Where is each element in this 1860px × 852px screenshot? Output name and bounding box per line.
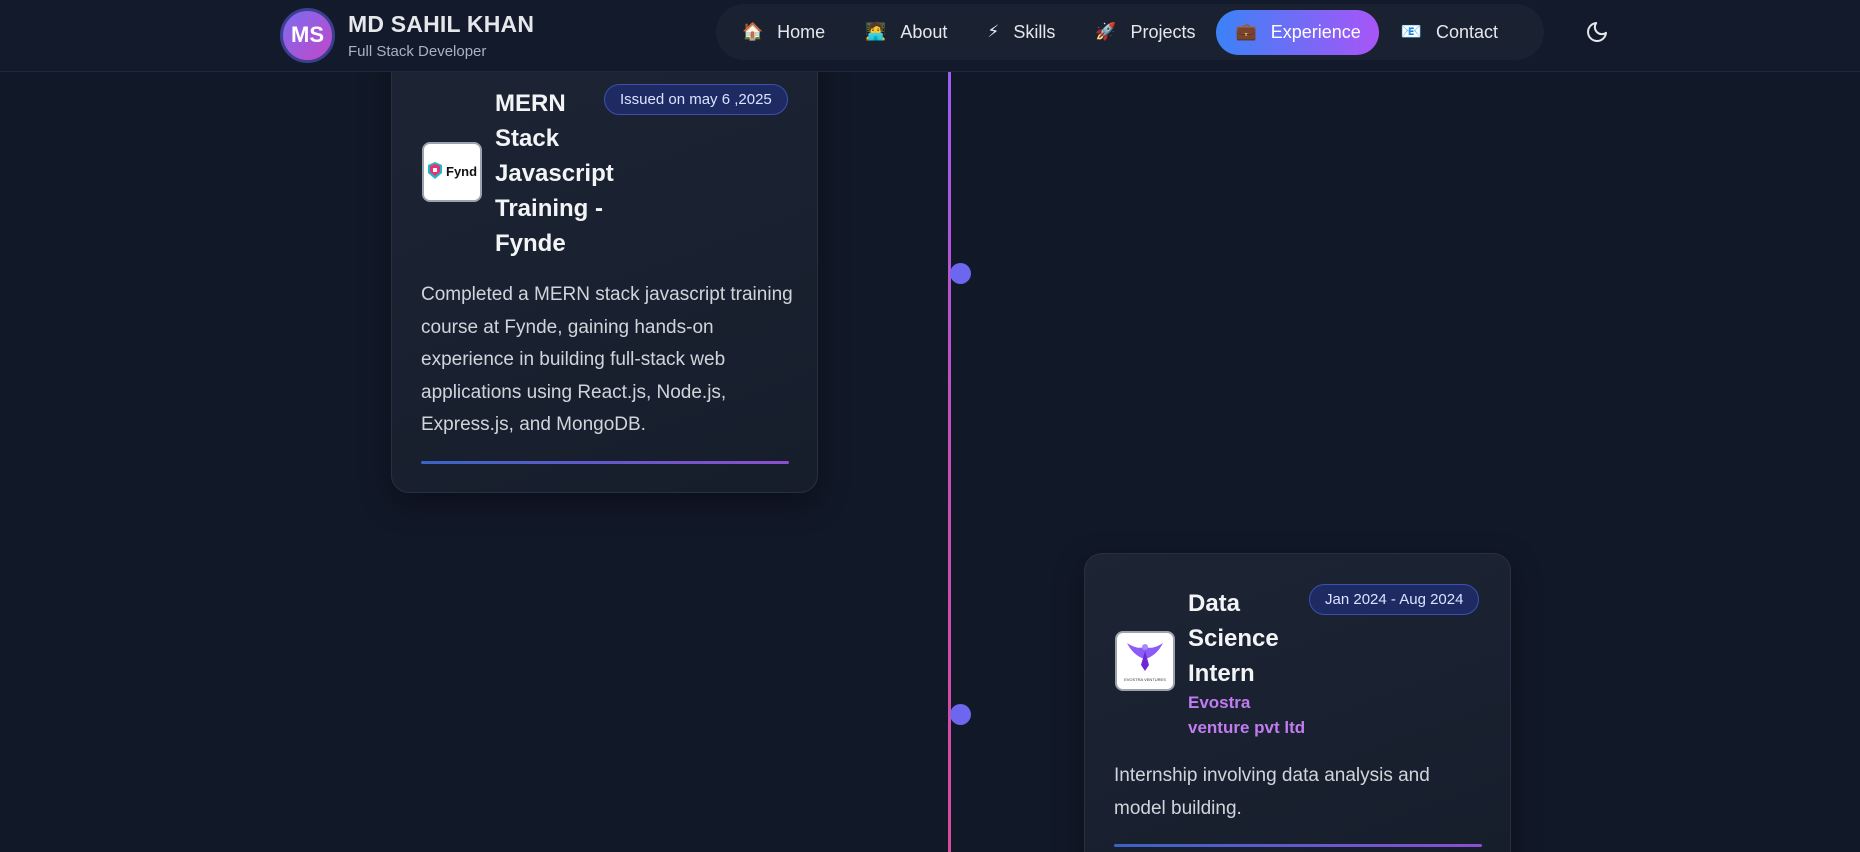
rocket-icon: 🚀 (1095, 22, 1117, 41)
timeline-dot (950, 704, 971, 725)
site-header: MS MD SAHIL KHAN Full Stack Developer 🏠 … (0, 0, 1860, 72)
nav-about-label: About (900, 21, 948, 42)
fynd-logo: Fynd (422, 142, 482, 202)
card-divider (1114, 844, 1482, 847)
date-badge: Jan 2024 - Aug 2024 (1309, 584, 1480, 615)
nav-home[interactable]: 🏠 Home (738, 10, 843, 55)
nav-projects-label: Projects (1130, 21, 1196, 42)
brand[interactable]: MS MD SAHIL KHAN Full Stack Developer (280, 5, 534, 65)
nav-skills[interactable]: ⚡ Skills (967, 10, 1073, 55)
nav-projects[interactable]: 🚀 Projects (1075, 10, 1213, 55)
lightning-icon: ⚡ (987, 22, 1000, 41)
company-name: Evostra venture pvt ltd (1188, 693, 1306, 737)
card-divider (421, 461, 789, 464)
nav-experience[interactable]: 💼 Experience (1215, 9, 1379, 55)
card-description: Completed a MERN stack javascript traini… (421, 284, 793, 435)
evostra-logo: EVOSTRA VENTURES (1115, 631, 1175, 691)
email-icon: 📧 (1400, 22, 1422, 41)
experience-card-evostra: EVOSTRA VENTURES Data Science Intern Evo… (1084, 553, 1511, 852)
timeline-line (948, 72, 951, 852)
card-title: Data Science Intern (1188, 590, 1279, 687)
brand-name: MD SAHIL KHAN (348, 10, 535, 37)
nav-contact[interactable]: 📧 Contact (1381, 10, 1516, 55)
brand-subtitle: Full Stack Developer (348, 42, 487, 60)
avatar: MS (280, 7, 335, 63)
card-description: Internship involving data analysis and m… (1114, 765, 1430, 819)
nav-home-label: Home (777, 21, 826, 42)
nav-contact-label: Contact (1435, 21, 1499, 42)
fynd-logo-mark: Fynd (428, 162, 477, 179)
experience-card-fynde: Fynd MERN Stack Javascript Training - Fy… (391, 40, 818, 493)
technologist-icon: 🧑‍💻 (865, 22, 887, 41)
briefcase-icon: 💼 (1235, 22, 1257, 41)
portfolio-page: MS MD SAHIL KHAN Full Stack Developer 🏠 … (0, 0, 1860, 852)
nav-skills-label: Skills (1013, 21, 1056, 42)
evostra-logo-mark: EVOSTRA VENTURES (1124, 643, 1166, 682)
fynd-logo-text: Fynd (446, 164, 477, 179)
timeline-dot (950, 263, 971, 284)
theme-toggle-button[interactable] (1581, 16, 1613, 48)
brand-text: MD SAHIL KHAN Full Stack Developer (348, 11, 534, 60)
home-icon: 🏠 (742, 22, 764, 41)
card-title: MERN Stack Javascript Training - Fynde (495, 90, 614, 257)
date-badge: Issued on may 6 ,2025 (604, 84, 788, 115)
main-nav: 🏠 Home 🧑‍💻 About ⚡ Skills 🚀 Projects 💼 E… (716, 4, 1544, 60)
nav-about[interactable]: 🧑‍💻 About (845, 10, 965, 55)
moon-icon (1587, 22, 1607, 42)
nav-experience-label: Experience (1270, 21, 1361, 42)
evostra-logo-text: EVOSTRA VENTURES (1124, 677, 1166, 682)
